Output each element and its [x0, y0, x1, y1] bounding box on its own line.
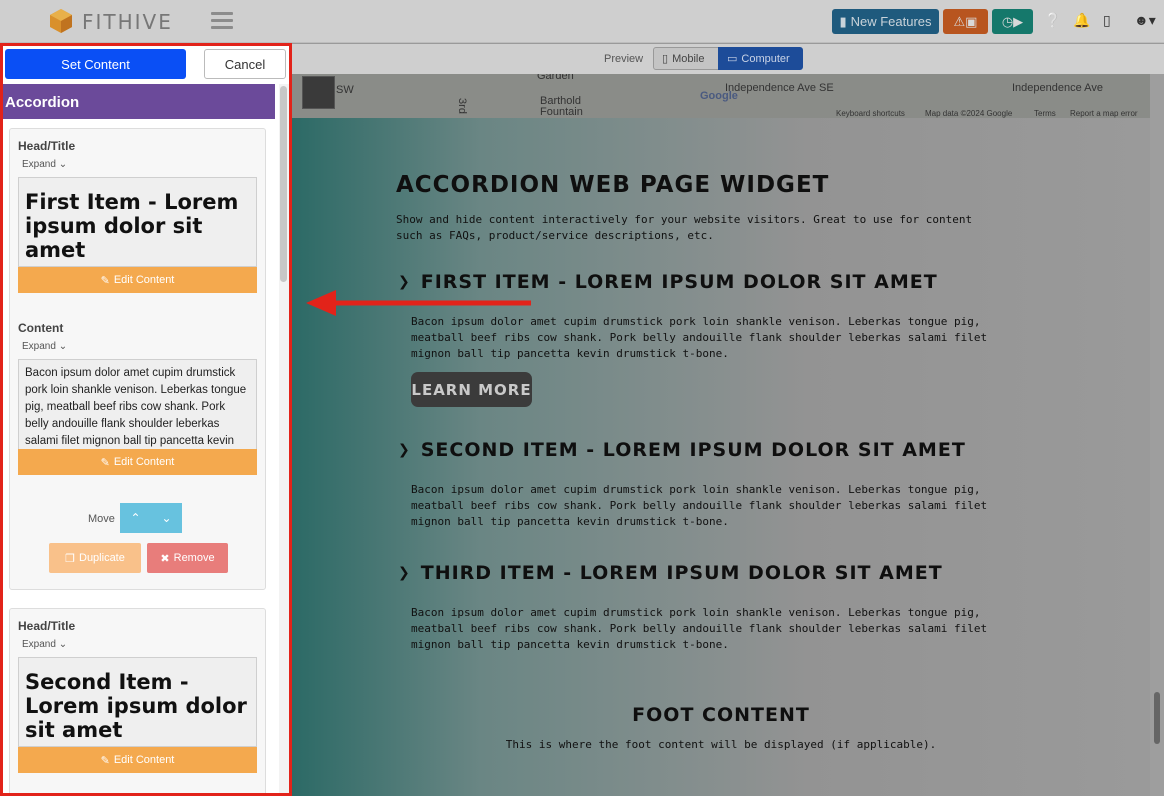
expand-label: Expand [22, 341, 56, 352]
preview-scrollbar[interactable] [1150, 74, 1164, 796]
edit-head-button[interactable]: ✎ Edit Content [18, 747, 257, 773]
move-label: Move [88, 513, 115, 525]
clock-icon: ◷ [1001, 13, 1014, 29]
laptop-icon: ▭ [727, 53, 738, 65]
map-label: SW [336, 84, 354, 96]
map-label: Independence Ave SE [725, 82, 834, 94]
menu-toggle-icon[interactable] [211, 12, 233, 30]
mobile-icon: ▯ [662, 53, 669, 65]
google-logo: Google [700, 90, 738, 102]
new-features-button[interactable]: ▮ New Features [832, 9, 939, 34]
preview-mobile-button[interactable]: ▯ Mobile [653, 47, 719, 70]
accordion-item-3-body: Bacon ipsum dolor amet cupim drumstick p… [411, 606, 988, 651]
chevron-up-icon: ⌃ [130, 511, 141, 525]
accordion-item-2-body: Bacon ipsum dolor amet cupim drumstick p… [411, 483, 988, 528]
foot-content-title: FOOT CONTENT [632, 704, 810, 726]
head-title-preview: First Item - Lorem ipsum dolor sit amet [18, 177, 257, 267]
edit-content-label: Edit Content [113, 456, 175, 468]
duplicate-button[interactable]: ❐ Duplicate [49, 543, 141, 573]
accordion-item-editor-1: Head/Title Expand ⌄ First Item - Lorem i… [9, 128, 266, 590]
help-icon[interactable]: ❔ [1044, 12, 1061, 29]
chevron-down-icon: ⌄ [161, 511, 172, 525]
expand-label: Expand [22, 159, 56, 170]
copy-icon: ❐ [65, 552, 75, 565]
preview-toolbar: Preview ▯ Mobile ▭ Computer [292, 44, 1164, 74]
map-data-credit: Map data ©2024 Google [925, 109, 1013, 118]
content-label: Content [18, 321, 64, 335]
preview-mobile-label: Mobile [672, 52, 705, 65]
timer-button[interactable]: ◷ ▶ [992, 9, 1033, 34]
editor-scrollbar-thumb[interactable] [280, 86, 287, 282]
billing-alert-button[interactable]: ⚠ ▣ [943, 9, 988, 34]
move-up-button[interactable]: ⌃ [120, 503, 151, 533]
map-keyboard-shortcuts-link[interactable]: Keyboard shortcuts [836, 109, 905, 118]
editor-scrollbar[interactable] [279, 84, 289, 793]
chevron-down-icon: ❯ [398, 565, 411, 581]
preview-computer-button[interactable]: ▭ Computer [718, 47, 803, 70]
accordion-item-3-title: THIRD ITEM - LOREM IPSUM DOLOR SIT AMET [420, 562, 943, 584]
preview-computer-label: Computer [741, 52, 790, 65]
accordion-item-3-header[interactable]: ❯ THIRD ITEM - LOREM IPSUM DOLOR SIT AME… [398, 562, 943, 584]
edit-content-label: Edit Content [113, 754, 175, 766]
chevron-down-icon: ⌄ [58, 341, 68, 352]
edit-icon: ✎ [100, 456, 110, 469]
head-title-label: Head/Title [18, 619, 76, 633]
brand-name: FITHIVE [82, 10, 173, 34]
close-icon: ✖ [160, 552, 170, 565]
preview-page: Garden SW Barthold Fountain 3rd Independ… [292, 74, 1150, 796]
foot-content-text: This is where the foot content will be d… [505, 738, 937, 751]
play-icon: ▶ [1013, 13, 1024, 29]
learn-more-button[interactable]: LEARN MORE [411, 372, 532, 407]
set-content-button[interactable]: Set Content [5, 49, 186, 79]
preview-label: Preview [604, 53, 644, 65]
edit-icon: ✎ [100, 754, 110, 767]
head-title-preview: Second Item - Lorem ipsum dolor sit amet [18, 657, 257, 747]
map-label: Garden [537, 74, 574, 82]
expand-toggle[interactable]: Expand ⌄ [22, 159, 67, 170]
map-terms-link[interactable]: Terms [1034, 109, 1056, 118]
edit-head-button[interactable]: ✎ Edit Content [18, 267, 257, 293]
warning-icon: ⚠ [953, 13, 966, 29]
expand-toggle[interactable]: Expand ⌄ [22, 341, 67, 352]
map-label: 3rd [455, 98, 468, 114]
widget-description: Show and hide content interactively for … [396, 213, 973, 242]
head-title-label: Head/Title [18, 139, 76, 153]
bell-icon[interactable]: 🔔 [1073, 12, 1090, 29]
accordion-item-2-title: SECOND ITEM - LOREM IPSUM DOLOR SIT AMET [420, 439, 966, 461]
widget-title: ACCORDION WEB PAGE WIDGET [396, 172, 830, 198]
accordion-item-2-header[interactable]: ❯ SECOND ITEM - LOREM IPSUM DOLOR SIT AM… [398, 439, 966, 461]
top-navbar: FITHIVE ▮ New Features ⚠ ▣ ◷ ▶ ❔ 🔔 ▯ ☻▾ [0, 0, 1164, 43]
chevron-down-icon: ❯ [398, 442, 411, 458]
content-preview: Bacon ipsum dolor amet cupim drumstick p… [18, 359, 257, 451]
duplicate-label: Duplicate [79, 552, 125, 564]
preview-scrollbar-thumb[interactable] [1154, 692, 1160, 744]
new-features-label: New Features [850, 14, 932, 29]
chevron-down-icon: ⌄ [58, 639, 68, 650]
user-account-icon[interactable]: ☻▾ [1134, 12, 1156, 29]
bookmark-icon: ▮ [839, 13, 847, 29]
embedded-map[interactable]: Garden SW Barthold Fountain 3rd Independ… [292, 74, 1150, 118]
map-street-view-thumbnail[interactable] [302, 76, 335, 109]
cancel-button[interactable]: Cancel [204, 49, 286, 79]
expand-label: Expand [22, 639, 56, 650]
fithive-logo-icon[interactable] [48, 8, 74, 34]
edit-content-button[interactable]: ✎ Edit Content [18, 449, 257, 475]
chevron-down-icon: ❯ [398, 274, 411, 290]
edit-content-label: Edit Content [113, 274, 175, 286]
pointer-arrow-icon [306, 290, 531, 316]
editor-panel: Set Content Cancel Accordion Head/Title … [0, 43, 292, 796]
mobile-device-icon[interactable]: ▯ [1103, 12, 1111, 29]
edit-icon: ✎ [100, 274, 110, 287]
remove-button[interactable]: ✖ Remove [147, 543, 228, 573]
credit-card-icon: ▣ [965, 13, 978, 29]
chevron-down-icon: ⌄ [58, 159, 68, 170]
map-label: Independence Ave [1012, 82, 1103, 94]
accordion-item-editor-2: Head/Title Expand ⌄ Second Item - Lorem … [9, 608, 266, 793]
move-down-button[interactable]: ⌄ [151, 503, 182, 533]
panel-section-title: Accordion [3, 84, 275, 119]
map-label: Barthold Fountain [540, 95, 583, 118]
map-report-error-link[interactable]: Report a map error [1070, 109, 1138, 118]
expand-toggle[interactable]: Expand ⌄ [22, 639, 67, 650]
remove-label: Remove [173, 552, 215, 564]
